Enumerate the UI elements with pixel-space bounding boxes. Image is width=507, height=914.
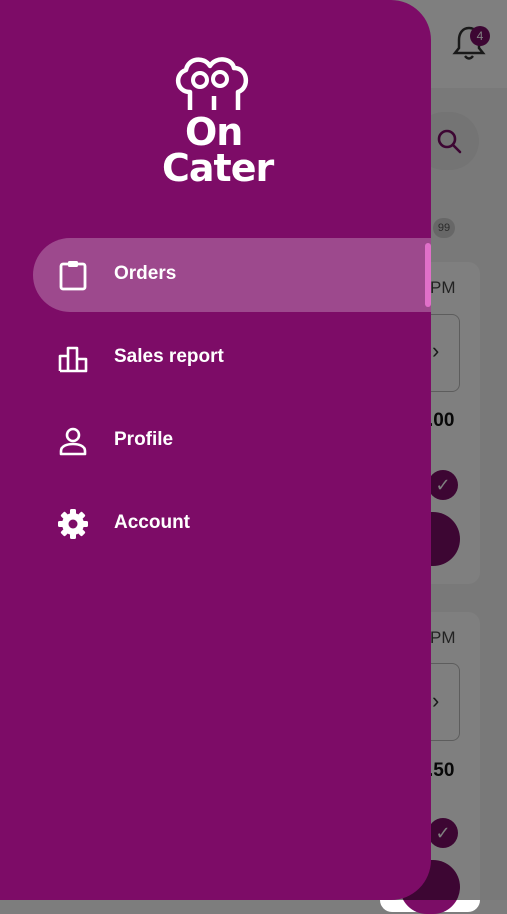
nav-label-account: Account [114, 512, 190, 533]
navigation-drawer: On Cater Orders Sales report Profile Acc… [0, 0, 431, 900]
clipboard-icon [57, 259, 89, 291]
oncater-logo: On Cater [160, 52, 274, 190]
nav-label-sales-report: Sales report [114, 346, 224, 367]
chef-hat-icon [176, 57, 248, 110]
nav-item-orders[interactable]: Orders [33, 238, 431, 312]
logo-text-cater: Cater [162, 146, 274, 190]
nav-item-account[interactable]: Account [33, 487, 431, 561]
person-icon [57, 425, 89, 457]
bar-chart-icon [57, 342, 89, 374]
nav-label-profile: Profile [114, 429, 174, 450]
nav-label-orders: Orders [114, 263, 177, 284]
active-indicator [425, 243, 431, 307]
nav-item-sales-report[interactable]: Sales report [33, 321, 431, 395]
gear-icon [57, 508, 89, 540]
nav-item-profile[interactable]: Profile [33, 404, 431, 478]
